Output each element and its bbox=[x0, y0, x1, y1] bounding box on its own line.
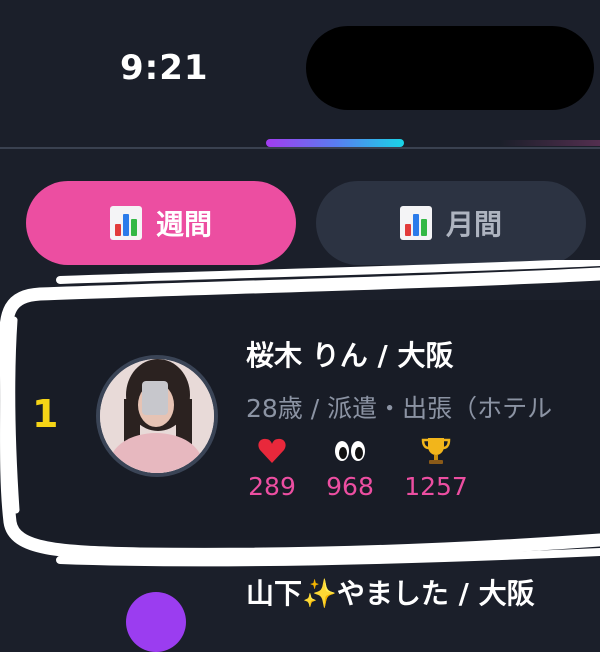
next-profile-name: 山下✨やました / 大阪 bbox=[246, 577, 535, 610]
stat-views: 968 bbox=[310, 436, 390, 501]
status-bar-time: 9:21 bbox=[120, 48, 209, 88]
stat-likes: 289 bbox=[232, 436, 312, 501]
tab-weekly[interactable]: 週間 bbox=[26, 181, 296, 265]
bar-chart-icon bbox=[399, 206, 432, 240]
eyes-icon bbox=[310, 436, 390, 468]
tab-monthly[interactable]: 月間 bbox=[316, 181, 586, 265]
stat-trophies: 1257 bbox=[396, 436, 476, 501]
tab-monthly-label: 月間 bbox=[445, 208, 502, 241]
trophy-icon bbox=[396, 436, 476, 468]
avatar-photo bbox=[100, 359, 214, 473]
dynamic-island bbox=[306, 26, 594, 110]
views-count: 968 bbox=[326, 472, 374, 501]
next-avatar[interactable] bbox=[126, 592, 186, 652]
avatar[interactable] bbox=[96, 355, 218, 477]
likes-count: 289 bbox=[248, 472, 296, 501]
trophies-count: 1257 bbox=[404, 472, 468, 501]
profile-name: 桜木 りん / 大阪 bbox=[246, 339, 454, 372]
rank-number: 1 bbox=[32, 392, 59, 436]
tab-scroll-indicator bbox=[266, 139, 404, 147]
profile-details: 28歳 / 派遣・出張（ホテル bbox=[246, 394, 553, 423]
heart-icon bbox=[232, 436, 312, 468]
bar-chart-icon bbox=[109, 206, 142, 240]
tab-divider bbox=[0, 147, 600, 149]
tab-scroll-indicator-faint bbox=[500, 140, 600, 146]
tab-weekly-label: 週間 bbox=[155, 208, 212, 241]
